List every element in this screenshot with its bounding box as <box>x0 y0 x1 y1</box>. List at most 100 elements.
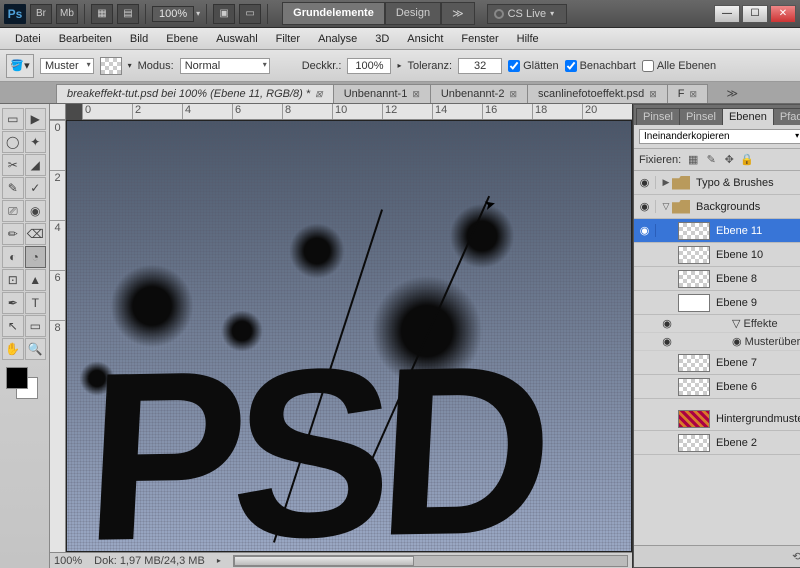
layer-row[interactable]: ◉▶Typo & Brushes <box>634 171 800 195</box>
layer-row[interactable]: Ebene 10 <box>634 243 800 267</box>
menu-analyse[interactable]: Analyse <box>309 30 366 48</box>
tool-button[interactable]: ▭ <box>25 315 47 337</box>
menu-fenster[interactable]: Fenster <box>452 30 507 48</box>
layer-list[interactable]: ◉▶Typo & Brushes◉▽Backgrounds◉Ebene 11Eb… <box>634 171 800 545</box>
layer-row[interactable]: Ebene 7 <box>634 351 800 375</box>
document-tab[interactable]: Unbenannt-2⊠ <box>430 84 528 103</box>
antialias-checkbox[interactable]: Glätten <box>508 60 558 72</box>
lock-label: Fixieren: <box>639 154 681 166</box>
tab-close-icon[interactable]: ⊠ <box>690 89 698 100</box>
workspace-design[interactable]: Design <box>385 2 441 25</box>
current-tool-icon[interactable]: 🪣▾ <box>6 54 34 78</box>
menu-3d[interactable]: 3D <box>366 30 398 48</box>
menu-hilfe[interactable]: Hilfe <box>508 30 548 48</box>
cs-live-button[interactable]: CS Live▾ <box>487 4 568 24</box>
document-tab[interactable]: Unbenannt-1⊠ <box>333 84 431 103</box>
panel-tab-pinsel[interactable]: Pinsel <box>679 108 723 125</box>
layer-thumbnail <box>678 410 710 428</box>
lock-icons[interactable]: ▦✎✥🔒 <box>686 153 754 166</box>
menu-ansicht[interactable]: Ansicht <box>398 30 452 48</box>
panel-action-icon[interactable]: ⟲ <box>792 550 800 563</box>
document-tab[interactable]: F⊠ <box>667 84 708 103</box>
contiguous-checkbox[interactable]: Benachbart <box>565 60 636 72</box>
tab-close-icon[interactable]: ⊠ <box>509 89 517 100</box>
menu-bearbeiten[interactable]: Bearbeiten <box>50 30 121 48</box>
tool-button[interactable]: ▲ <box>25 269 47 291</box>
maximize-button[interactable]: ☐ <box>742 5 768 23</box>
tool-button[interactable]: ◉ <box>25 200 47 222</box>
all-layers-checkbox[interactable]: Alle Ebenen <box>642 60 716 72</box>
tool-button[interactable]: ✋ <box>2 338 24 360</box>
tool-button[interactable]: ◯ <box>2 131 24 153</box>
tool-button[interactable]: ◔ <box>25 246 47 268</box>
tool-button[interactable]: ✎ <box>2 177 24 199</box>
tool-button[interactable]: ▭ <box>2 108 24 130</box>
tool-button[interactable]: ✂ <box>2 154 24 176</box>
layer-row[interactable]: ◉▽Backgrounds <box>634 195 800 219</box>
tolerance-input[interactable]: 32 <box>458 58 502 74</box>
view-grid-icon[interactable]: ▤ <box>117 4 139 24</box>
menu-bild[interactable]: Bild <box>121 30 157 48</box>
tool-button[interactable]: ✓ <box>25 177 47 199</box>
layer-effect[interactable]: ◉▽ Effekte <box>634 315 800 333</box>
workspace-more[interactable]: ≫ <box>441 2 475 25</box>
blend-mode-select[interactable]: Normal <box>180 58 270 74</box>
layer-row[interactable]: Ebene 9fx ▾ <box>634 291 800 315</box>
tab-close-icon[interactable]: ⊠ <box>412 89 420 100</box>
status-zoom[interactable]: 100% <box>54 555 82 567</box>
panel-tab-pfade[interactable]: Pfade <box>773 108 800 125</box>
menu-filter[interactable]: Filter <box>267 30 309 48</box>
view-extras-icon[interactable]: ▦ <box>91 4 113 24</box>
tool-button[interactable]: ↖ <box>2 315 24 337</box>
tool-button[interactable]: ✏ <box>2 223 24 245</box>
opacity-label: Deckkr.: <box>302 60 342 72</box>
tool-button[interactable]: ✒ <box>2 292 24 314</box>
horizontal-scrollbar[interactable] <box>233 555 628 567</box>
tab-close-icon[interactable]: ⊠ <box>649 89 657 100</box>
layer-blend-mode-select[interactable]: Ineinanderkopieren <box>639 129 800 144</box>
layer-row[interactable]: Ebene 8 <box>634 267 800 291</box>
menu-datei[interactable]: Datei <box>6 30 50 48</box>
visibility-icon[interactable]: ◉ <box>656 317 678 330</box>
panel-tab-ebenen[interactable]: Ebenen <box>722 108 774 125</box>
minibridge-icon[interactable]: Mb <box>56 4 78 24</box>
menu-auswahl[interactable]: Auswahl <box>207 30 267 48</box>
tool-button[interactable]: T <box>25 292 47 314</box>
visibility-icon[interactable]: ◉ <box>634 224 656 237</box>
document-tab[interactable]: breakeffekt-tut.psd bei 100% (Ebene 11, … <box>56 84 334 103</box>
visibility-icon[interactable]: ◉ <box>656 335 678 348</box>
opacity-input[interactable]: 100% <box>347 58 391 74</box>
tool-button[interactable]: ⌫ <box>25 223 47 245</box>
screenmode-icon[interactable]: ▭ <box>239 4 261 24</box>
tabs-overflow[interactable]: ≫ <box>720 84 744 103</box>
layer-row[interactable]: Ebene 2 <box>634 431 800 455</box>
tool-button[interactable]: ⊡ <box>2 269 24 291</box>
visibility-icon[interactable]: ◉ <box>634 200 656 213</box>
menu-ebene[interactable]: Ebene <box>157 30 207 48</box>
tool-button[interactable]: 🔍 <box>25 338 47 360</box>
panel-tab-pinsel[interactable]: Pinsel <box>636 108 680 125</box>
layer-effect[interactable]: ◉◉ Musterüberlagerung <box>634 333 800 351</box>
arrange-icon[interactable]: ▣ <box>213 4 235 24</box>
tool-button[interactable]: ▶ <box>25 108 47 130</box>
pattern-swatch[interactable] <box>100 57 122 75</box>
workspace-grundelemente[interactable]: Grundelemente <box>282 2 385 25</box>
zoom-level[interactable]: 100%▾ <box>152 6 200 22</box>
document-canvas[interactable]: PSD <box>66 120 632 552</box>
fill-type-select[interactable]: Muster <box>40 58 94 74</box>
tool-button[interactable]: ◢ <box>25 154 47 176</box>
tab-close-icon[interactable]: ⊠ <box>315 89 323 100</box>
tool-button[interactable]: ⎚ <box>2 200 24 222</box>
tool-button[interactable]: ✦ <box>25 131 47 153</box>
minimize-button[interactable]: — <box>714 5 740 23</box>
document-tab[interactable]: scanlinefotoeffekt.psd⊠ <box>527 84 668 103</box>
close-button[interactable]: ✕ <box>770 5 796 23</box>
status-doc-size[interactable]: Dok: 1,97 MB/24,3 MB <box>94 555 205 567</box>
layer-row[interactable]: ◉Ebene 11 <box>634 219 800 243</box>
layer-row[interactable]: Hintergrundmuster <box>634 407 800 431</box>
bridge-icon[interactable]: Br <box>30 4 52 24</box>
visibility-icon[interactable]: ◉ <box>634 176 656 189</box>
fg-color-swatch[interactable] <box>6 367 28 389</box>
tool-button[interactable]: ◐ <box>2 246 24 268</box>
layer-row[interactable]: Ebene 6 <box>634 375 800 399</box>
